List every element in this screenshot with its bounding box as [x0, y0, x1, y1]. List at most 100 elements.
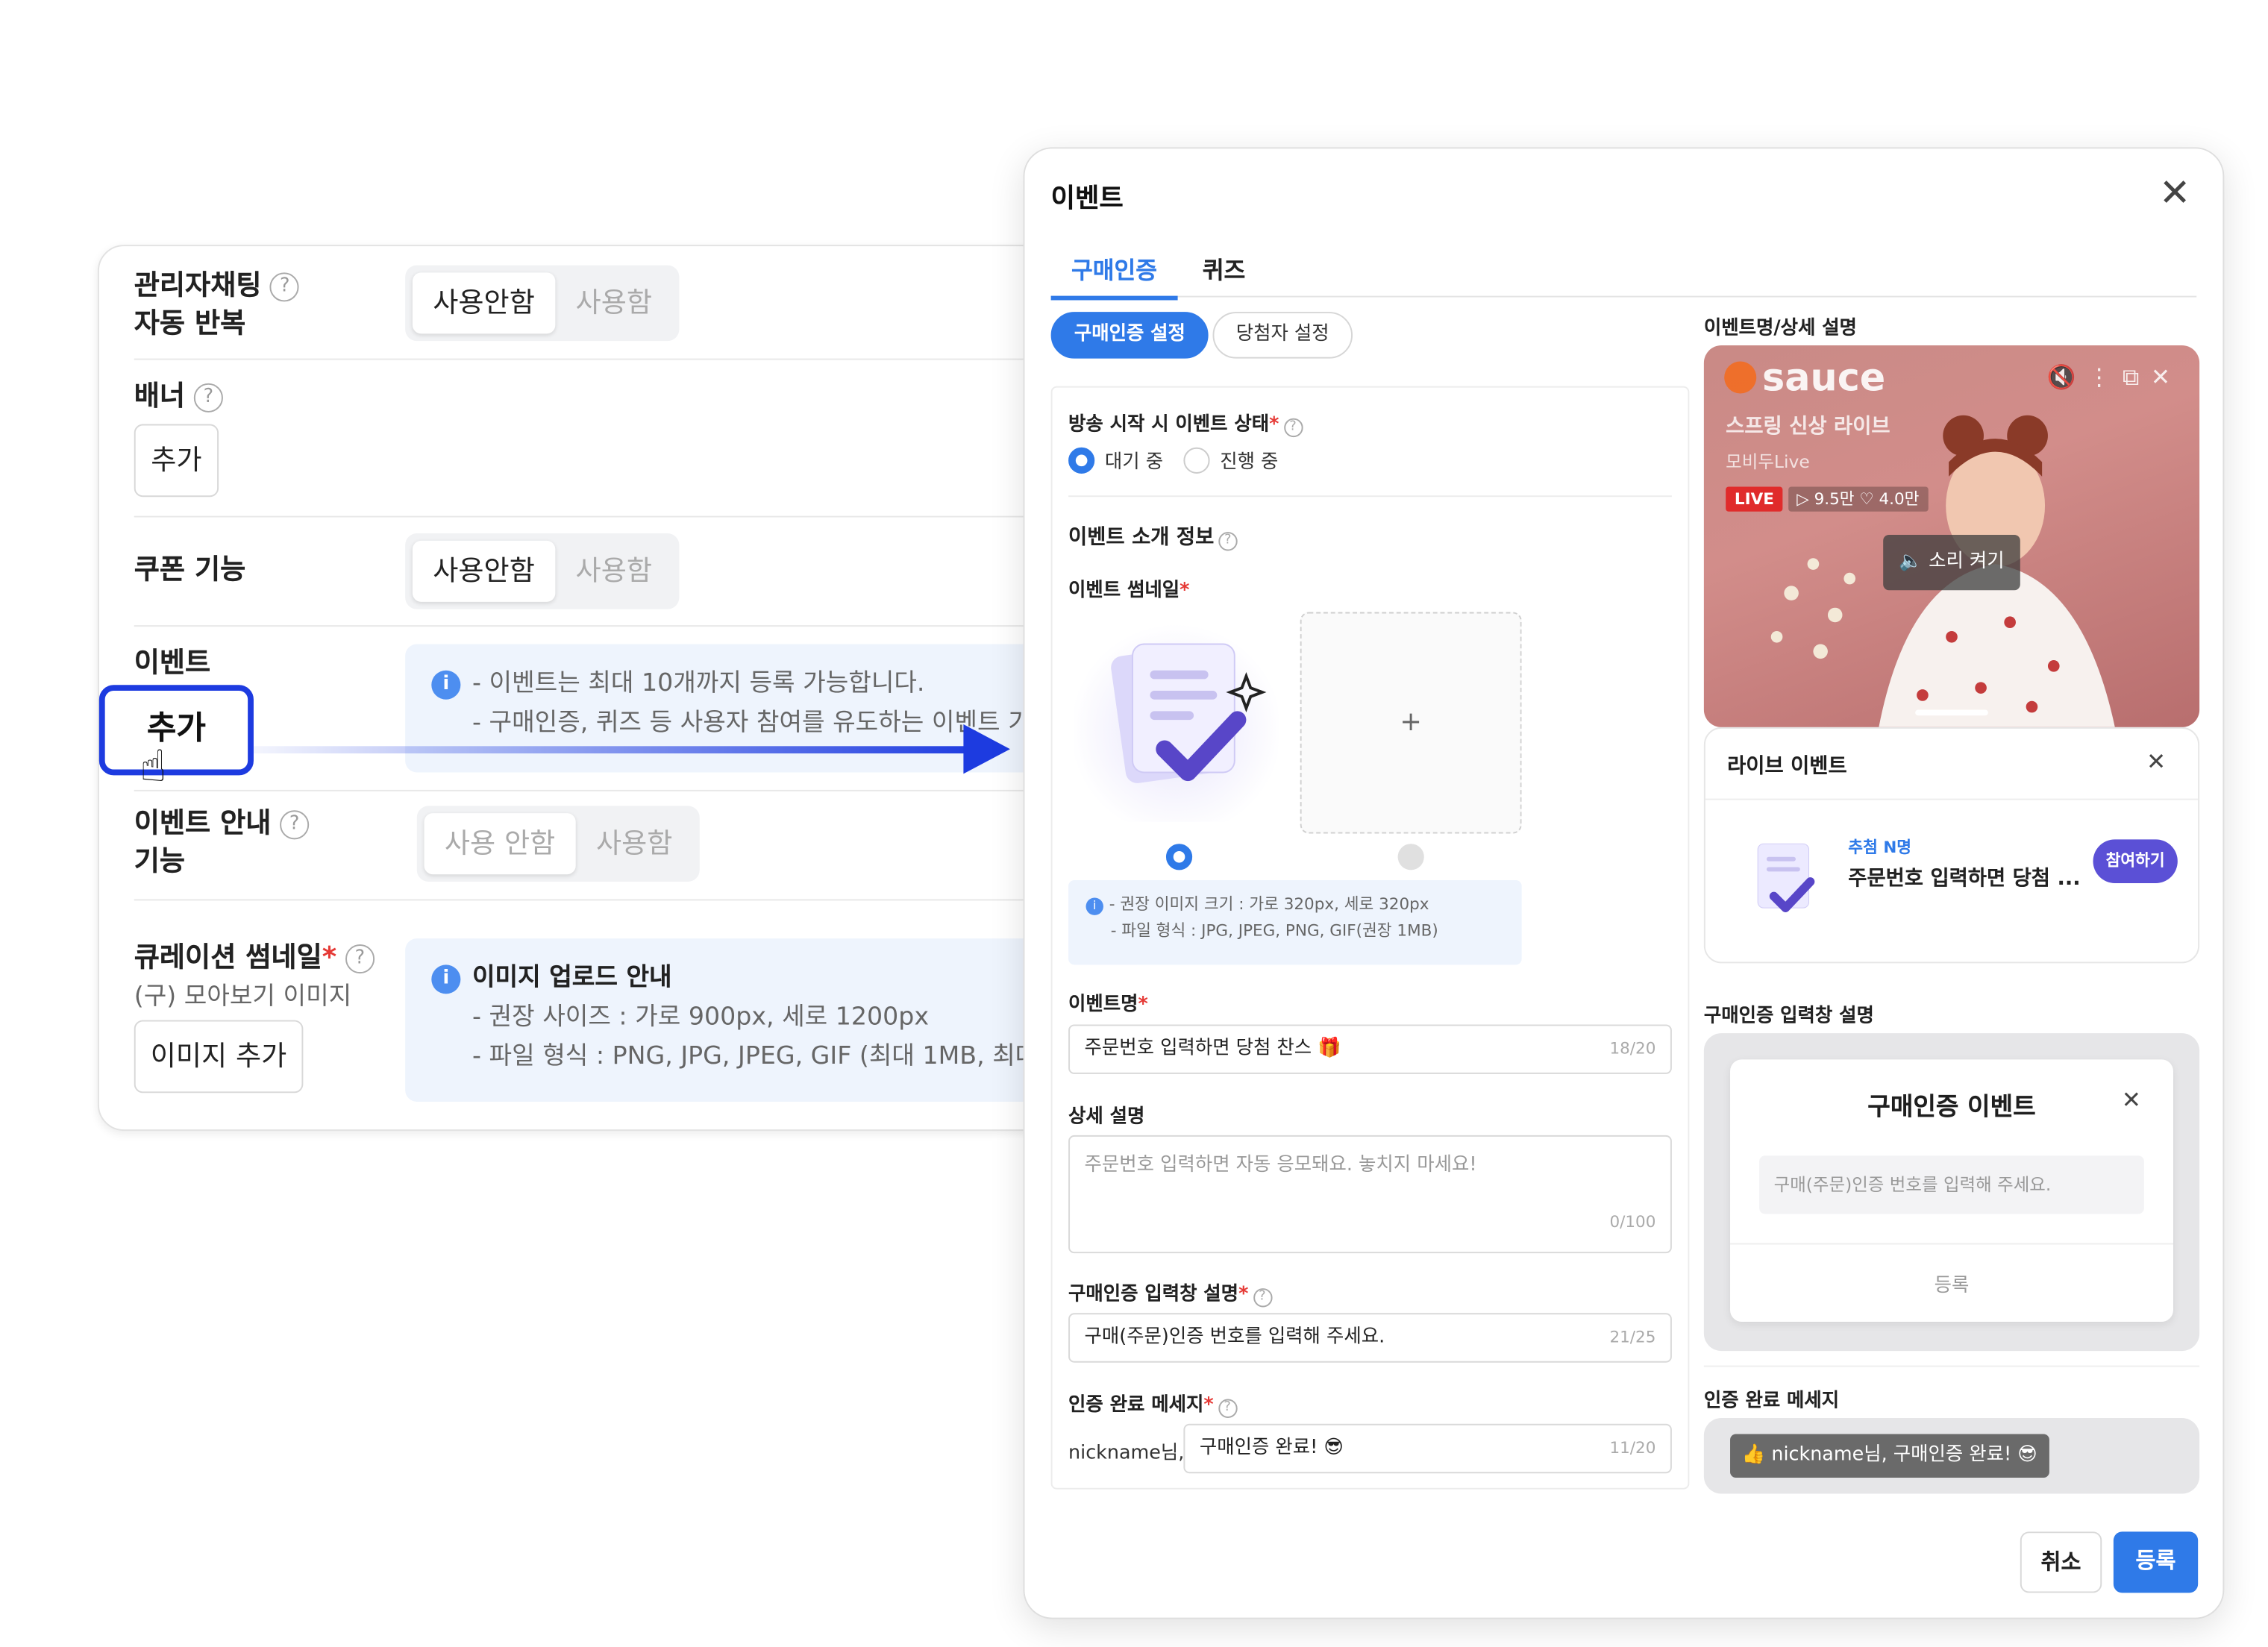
- event-label: 이벤트: [134, 647, 211, 680]
- close-icon[interactable]: ✕: [2151, 363, 2182, 390]
- thumb-select-radio[interactable]: [1397, 844, 1424, 870]
- event-guide-toggle[interactable]: 사용 안함 사용함: [416, 806, 701, 882]
- player-controls: 🔇⋮⧉✕: [2046, 363, 2181, 392]
- admin-chat-toggle[interactable]: 사용안함 사용함: [405, 265, 680, 342]
- live-badge: LIVE: [1726, 486, 1783, 512]
- option-on[interactable]: 사용함: [555, 272, 672, 333]
- curation-label: 큐레이션 썸네일*?: [134, 938, 375, 976]
- live-event-title: 라이브 이벤트: [1727, 755, 1847, 779]
- tab-purchase[interactable]: 구매인증: [1050, 251, 1178, 301]
- subtab-winner-settings[interactable]: 당첨자 설정: [1212, 312, 1353, 359]
- divider: [1703, 1365, 2200, 1367]
- settings-panel: 관리자채팅? 자동 반복 사용안함 사용함 배너? 추가 쿠폰 기능 사용안함 …: [97, 245, 1120, 1132]
- subtab-purchase-settings[interactable]: 구매인증 설정: [1050, 312, 1209, 359]
- option-off[interactable]: 사용안함: [412, 540, 556, 602]
- sound-on-button[interactable]: 🔈 소리 켜기: [1883, 535, 2020, 591]
- description-textarea[interactable]: 주문번호 입력하면 자동 응모돼요. 놓치지 마세요! 0/100: [1068, 1135, 1672, 1254]
- brand-logo: sauce: [1724, 357, 1885, 401]
- status-label: 방송 시작 시 이벤트 상태*?: [1068, 408, 1303, 438]
- banner-add-button[interactable]: 추가: [134, 424, 219, 498]
- tab-bar: 구매인증 퀴즈: [1050, 251, 2197, 301]
- image-add-button[interactable]: 이미지 추가: [134, 1020, 304, 1094]
- status-running-radio[interactable]: 진행 중: [1183, 446, 1278, 474]
- divider: [134, 625, 1117, 627]
- close-icon[interactable]: ✕: [2146, 747, 2166, 775]
- info-icon: i: [431, 670, 461, 700]
- divider: [1705, 798, 2199, 800]
- more-icon[interactable]: ⋮: [2087, 363, 2123, 390]
- submit-button[interactable]: 등록: [2113, 1531, 2199, 1593]
- preview-section-title: 인증 완료 메세지: [1703, 1390, 1840, 1413]
- input-desc-label: 구매인증 입력창 설명*?: [1068, 1278, 1272, 1308]
- pip-icon[interactable]: ⧉: [2123, 363, 2151, 390]
- divider: [1068, 495, 1672, 498]
- coupon-label: 쿠폰 기능: [134, 553, 246, 586]
- event-modal: 이벤트 ✕ 구매인증 퀴즈 구매인증 설정 당첨자 설정 방송 시작 시 이벤트…: [1023, 147, 2225, 1619]
- event-guide-label: 이벤트 안내? 기능: [134, 804, 310, 880]
- coupon-toggle[interactable]: 사용안함 사용함: [405, 533, 680, 609]
- divider: [134, 899, 1117, 901]
- drag-handle[interactable]: [1915, 709, 1988, 716]
- thumb-label: 이벤트 썸네일*: [1068, 580, 1190, 602]
- speaker-icon: 🔈: [1899, 550, 1923, 573]
- option-on[interactable]: 사용함: [555, 541, 672, 602]
- popup-submit-button[interactable]: 등록: [1730, 1270, 2173, 1296]
- option-off[interactable]: 사용 안함: [424, 813, 576, 875]
- popup-title: 구매인증 이벤트: [1867, 1093, 2036, 1123]
- canvas: 관리자채팅? 자동 반복 사용안함 사용함 배너? 추가 쿠폰 기능 사용안함 …: [0, 0, 2268, 1647]
- input-desc-input[interactable]: 구매(주문)인증 번호를 입력해 주세요. 21/25: [1068, 1313, 1672, 1363]
- live-event-card: 라이브 이벤트 ✕ 추첨 N명 주문번호 입력하면 당첨 ... 참여하기: [1703, 727, 2200, 964]
- divider: [1730, 1243, 2173, 1245]
- show-title: 스프링 신상 라이브: [1726, 415, 1890, 439]
- mute-icon[interactable]: 🔇: [2046, 363, 2087, 390]
- name-label: 이벤트명*: [1068, 994, 1148, 1016]
- complete-toast: 👍 nickname님, 구매인증 완료! 😎: [1730, 1434, 2049, 1478]
- option-off[interactable]: 사용안함: [412, 272, 556, 334]
- winners-text: 추첨 N명: [1848, 838, 1912, 857]
- desc-label: 상세 설명: [1068, 1105, 1145, 1129]
- cancel-button[interactable]: 취소: [2020, 1531, 2102, 1593]
- status-waiting-radio[interactable]: 대기 중: [1068, 446, 1163, 474]
- toast-preview-bg: 👍 nickname님, 구매인증 완료! 😎: [1703, 1417, 2200, 1494]
- live-stats: LIVE ▷ 9.5만 ♡ 4.0만: [1726, 486, 1929, 512]
- tab-quiz[interactable]: 퀴즈: [1203, 251, 1246, 286]
- document-check-icon: [1111, 643, 1267, 783]
- thumb-info-box: i- 권장 이미지 크기 : 가로 320px, 세로 320px - 파일 형…: [1068, 880, 1522, 965]
- info-icon: i: [431, 964, 461, 994]
- thumbnail-add-slot[interactable]: +: [1300, 612, 1522, 834]
- thumbnail-image[interactable]: [1074, 618, 1279, 822]
- hand-pointer-icon: ☝: [140, 741, 167, 793]
- admin-chat-label: 관리자채팅? 자동 반복: [134, 267, 300, 343]
- event-name-input[interactable]: 주문번호 입력하면 당첨 찬스 🎁 18/20: [1068, 1024, 1672, 1074]
- curation-sub-label: (구) 모아보기 이미지: [134, 982, 352, 1011]
- intro-label: 이벤트 소개 정보?: [1068, 521, 1238, 551]
- preview-section-title: 구매인증 입력창 설명: [1703, 1006, 1874, 1028]
- close-icon[interactable]: ✕: [2122, 1086, 2141, 1114]
- thumb-select-radio[interactable]: [1165, 844, 1193, 870]
- popup-preview-bg: 구매인증 이벤트 ✕ 구매(주문)인증 번호를 입력해 주세요. 등록: [1703, 1033, 2200, 1352]
- banner-label: 배너?: [134, 377, 223, 415]
- arrow-head-icon: [963, 724, 1010, 774]
- event-thumb-icon: [1757, 843, 1815, 913]
- popup-input[interactable]: 구매(주문)인증 번호를 입력해 주세요.: [1759, 1155, 2144, 1214]
- divider: [134, 789, 1117, 791]
- event-add-button[interactable]: 추가: [98, 685, 254, 776]
- join-button[interactable]: 참여하기: [2093, 839, 2178, 883]
- info-icon: i: [1086, 897, 1103, 915]
- play-icon: [1724, 361, 1757, 394]
- help-icon[interactable]: ?: [345, 944, 375, 974]
- close-icon[interactable]: ✕: [2159, 175, 2191, 213]
- event-form: 방송 시작 시 이벤트 상태*? 대기 중 진행 중 이벤트 소개 정보? 이벤…: [1050, 386, 1690, 1490]
- done-message-input[interactable]: 구매인증 완료! 😎 11/20: [1183, 1423, 1672, 1474]
- image-info-box: i 이미지 업로드 안내 - 권장 사이즈 : 가로 900px, 세로 1200…: [405, 938, 1120, 1102]
- help-icon[interactable]: ?: [193, 383, 223, 412]
- modal-title: 이벤트: [1050, 183, 1124, 215]
- option-on[interactable]: 사용함: [576, 813, 693, 874]
- live-video-preview: sauce 🔇⋮⧉✕ 스프링 신상 라이브 모비두Live LIVE ▷ 9.5…: [1703, 345, 2200, 727]
- done-prefix: nickname님,: [1068, 1443, 1185, 1465]
- help-icon[interactable]: ?: [270, 272, 300, 302]
- channel-name: 모비두Live: [1726, 451, 1810, 472]
- divider: [134, 515, 1117, 518]
- divider: [134, 358, 1117, 360]
- help-icon[interactable]: ?: [280, 810, 310, 840]
